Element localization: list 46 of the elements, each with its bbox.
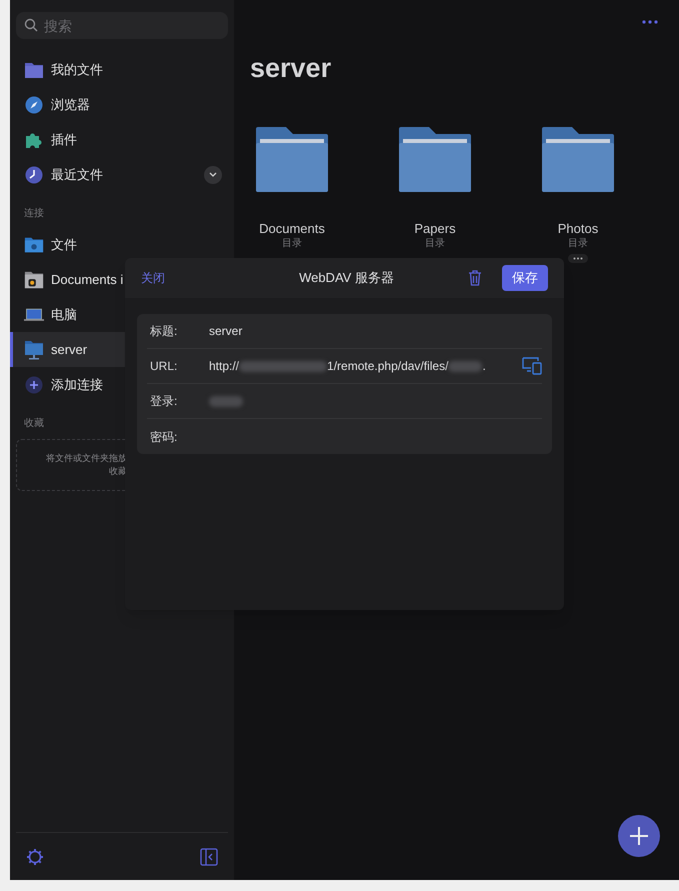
sidebar-item[interactable]: 最近文件 <box>10 157 234 192</box>
add-button[interactable] <box>618 815 660 857</box>
folder-icon[interactable] <box>542 127 614 192</box>
search-icon <box>24 18 38 32</box>
folder-icon[interactable] <box>256 127 328 192</box>
field-label: 密码: <box>149 428 178 446</box>
page-title: server <box>250 52 332 85</box>
folder-icon <box>24 270 44 290</box>
section-title: 连接 <box>23 206 45 221</box>
sidebar-item[interactable]: 插件 <box>10 122 234 157</box>
chevron-down-icon[interactable] <box>204 166 222 184</box>
delete-icon[interactable] <box>468 270 482 286</box>
folder-subtitle: 目录 <box>568 237 588 251</box>
folder-icon[interactable] <box>399 127 471 192</box>
plus-icon <box>629 826 649 846</box>
devices-icon[interactable] <box>522 357 542 375</box>
folder-icon <box>24 60 44 78</box>
folder-subtitle: 目录 <box>282 237 302 251</box>
compass-icon <box>24 96 44 114</box>
field-value: . <box>482 358 486 375</box>
more-icon[interactable] <box>568 254 588 263</box>
folder-name: Documents <box>259 221 325 237</box>
settings-icon[interactable] <box>26 848 44 866</box>
redacted-text <box>448 360 482 372</box>
dialog-title: WebDAV 服务器 <box>298 269 395 288</box>
section-title: 收藏 <box>23 416 45 431</box>
save-button[interactable]: 保存 <box>502 265 548 291</box>
more-icon[interactable] <box>642 20 658 24</box>
field-value: 1/remote.php/dav/files/ <box>327 358 448 375</box>
laptop-icon <box>24 306 44 322</box>
server-folder-icon <box>24 340 44 360</box>
sidebar-item[interactable]: 文件 <box>10 227 234 262</box>
sidebar-item[interactable]: 浏览器 <box>10 87 234 122</box>
collapse-sidebar-icon[interactable] <box>200 848 218 866</box>
clock-icon <box>24 166 44 184</box>
folder-name: Papers <box>414 221 456 237</box>
field-label: 登录: <box>149 393 178 410</box>
folder-name: Photos <box>558 221 598 237</box>
close-link[interactable]: 关闭 <box>141 269 165 287</box>
add-icon <box>24 376 44 394</box>
redacted-text <box>209 396 243 406</box>
folder-subtitle: 目录 <box>425 237 445 251</box>
sidebar-item[interactable]: 我的文件 <box>10 52 234 87</box>
puzzle-icon <box>24 130 44 148</box>
search-field[interactable]: 搜索 <box>16 12 228 39</box>
folder-icon <box>24 236 44 254</box>
